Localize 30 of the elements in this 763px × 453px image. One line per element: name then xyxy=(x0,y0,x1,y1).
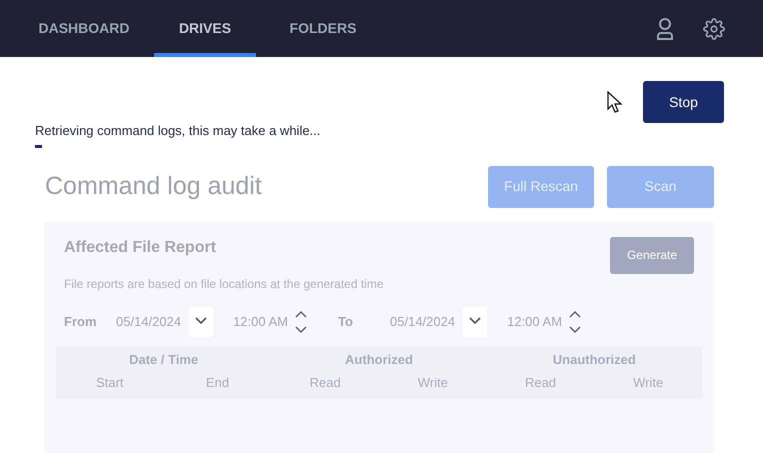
time-field[interactable]: 12:00 AM xyxy=(233,308,308,334)
page-title: Command log audit xyxy=(45,170,263,202)
user-icon[interactable] xyxy=(655,16,675,40)
report-title: Affected File Report xyxy=(64,238,218,258)
column-header: Write xyxy=(418,375,448,390)
nav-tab[interactable]: DASHBOARD xyxy=(14,0,154,57)
column-header: Read xyxy=(310,375,341,390)
column-header: Read xyxy=(524,375,556,390)
dropdown-icon[interactable] xyxy=(463,306,488,336)
column-group-header: Authorized xyxy=(345,352,413,366)
report-description: File reports are based on file locations at the generated time xyxy=(64,276,385,292)
nav-tab[interactable]: FOLDERS xyxy=(256,0,390,57)
date-field[interactable]: 05/14/2024 xyxy=(116,306,214,336)
range-label: To xyxy=(338,312,354,331)
date-field[interactable]: 05/14/2024 xyxy=(390,306,488,336)
column-group-header: Date / Time xyxy=(129,352,198,366)
stop-button[interactable]: Stop xyxy=(643,81,724,123)
spinner-icon[interactable] xyxy=(294,308,308,334)
spinner-icon[interactable] xyxy=(568,308,582,334)
column-header: Write xyxy=(633,375,664,390)
column-group-header: Unauthorized xyxy=(552,352,636,366)
settings-icon[interactable] xyxy=(703,18,725,40)
cursor-icon xyxy=(607,91,623,113)
column-header: End xyxy=(206,375,230,390)
time-field[interactable]: 12:00 AM xyxy=(507,308,582,334)
range-label: From xyxy=(64,312,98,331)
column-header: Start xyxy=(96,375,124,390)
nav-tab[interactable]: DRIVES xyxy=(154,0,256,57)
dropdown-icon[interactable] xyxy=(189,306,214,336)
status-message: Retrieving command logs, this may take a while... xyxy=(35,122,322,140)
